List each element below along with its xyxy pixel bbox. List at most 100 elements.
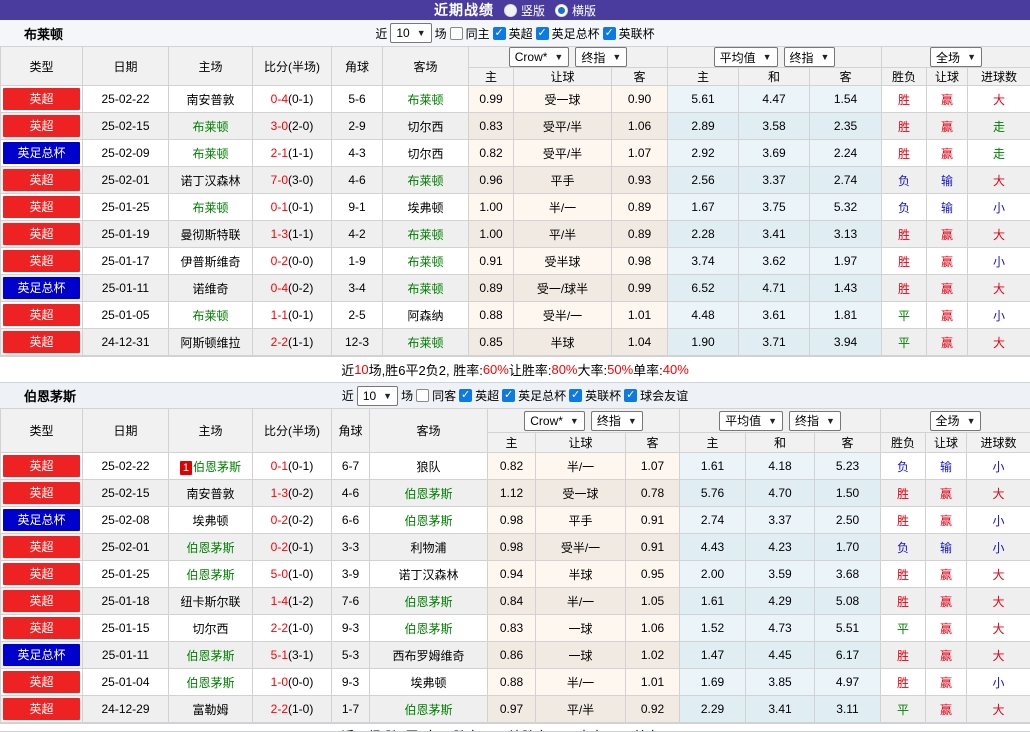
scope-select[interactable]: 全场 ▼ bbox=[930, 47, 982, 67]
league-checkbox[interactable]: ✓ bbox=[624, 389, 638, 402]
halftime-score: (0-1) bbox=[288, 200, 314, 214]
away-team-link[interactable]: 埃弗顿 bbox=[407, 201, 443, 215]
crow-away-odds: 0.95 bbox=[625, 560, 680, 588]
home-team-link[interactable]: 布莱顿 bbox=[192, 201, 228, 215]
home-team-link[interactable]: 伯恩茅斯 bbox=[193, 460, 241, 474]
odds-stage-select[interactable]: 终指 ▼ bbox=[575, 47, 628, 67]
league-checkbox[interactable]: ✓ bbox=[535, 26, 549, 40]
avg-away-odds: 5.32 bbox=[808, 193, 883, 221]
home-team-link[interactable]: 布莱顿 bbox=[192, 147, 228, 161]
away-team-link[interactable]: 狼队 bbox=[416, 460, 440, 474]
home-team-link[interactable]: 切尔西 bbox=[192, 622, 228, 636]
league-checkbox[interactable]: ✓ bbox=[459, 389, 473, 402]
competition-badge: 英足总杯 bbox=[3, 644, 80, 666]
match-count-select[interactable]: 10 ▼ bbox=[390, 23, 432, 43]
away-team-link[interactable]: 埃弗顿 bbox=[410, 676, 446, 690]
away-team-link[interactable]: 西布罗姆维奇 bbox=[392, 649, 464, 663]
competition-cell: 英超 bbox=[0, 112, 83, 140]
league-checkbox[interactable]: ✓ bbox=[492, 26, 506, 40]
summary-segment: 大率: bbox=[577, 363, 608, 378]
home-team-link[interactable]: 伯恩茅斯 bbox=[186, 649, 234, 663]
col-crow-home: 主 bbox=[468, 67, 514, 86]
home-team-link[interactable]: 布莱顿 bbox=[192, 120, 228, 134]
home-team-link[interactable]: 伯恩茅斯 bbox=[186, 568, 234, 582]
same-venue-checkbox[interactable] bbox=[449, 26, 463, 40]
odds-company-select[interactable]: Crow* ▼ bbox=[524, 410, 585, 431]
handicap-result: 赢 bbox=[926, 274, 969, 302]
halftime-score: (3-1) bbox=[288, 648, 314, 662]
avg-home-odds: 2.74 bbox=[679, 506, 746, 534]
home-team-cell: 南安普敦 bbox=[168, 479, 253, 507]
corner-count: 9-3 bbox=[331, 614, 370, 642]
avg-draw-odds: 3.41 bbox=[745, 695, 815, 723]
col-score: 比分(半场) bbox=[252, 408, 332, 453]
away-team-link[interactable]: 利物浦 bbox=[410, 541, 446, 555]
match-count-select[interactable]: 10 ▼ bbox=[356, 385, 399, 406]
summary-segment: 让胜率: bbox=[508, 363, 552, 378]
away-team-link[interactable]: 伯恩茅斯 bbox=[404, 487, 452, 501]
corner-count: 3-4 bbox=[331, 274, 383, 302]
away-team-link[interactable]: 切尔西 bbox=[407, 120, 443, 134]
away-team-link[interactable]: 伯恩茅斯 bbox=[404, 514, 452, 528]
home-team-link[interactable]: 伊普斯维奇 bbox=[180, 255, 240, 269]
average-select[interactable]: 平均值 ▼ bbox=[713, 47, 778, 67]
radio-unchecked-icon[interactable] bbox=[503, 3, 517, 17]
col-type: 类型 bbox=[0, 46, 83, 86]
home-team-link[interactable]: 曼彻斯特联 bbox=[180, 228, 240, 242]
home-team-link[interactable]: 南安普敦 bbox=[186, 93, 234, 107]
layout-radio-horizontal[interactable]: 横版 bbox=[555, 2, 596, 19]
away-team-link[interactable]: 切尔西 bbox=[407, 147, 443, 161]
layout-radio-vertical[interactable]: 竖版 bbox=[503, 2, 545, 19]
radio-checked-icon[interactable] bbox=[555, 3, 568, 17]
away-team-link[interactable]: 布莱顿 bbox=[407, 282, 443, 296]
avg-draw-odds: 3.75 bbox=[738, 193, 810, 221]
league-checkbox[interactable]: ✓ bbox=[602, 26, 616, 40]
avg-home-odds: 2.29 bbox=[679, 695, 746, 723]
away-team-link[interactable]: 诺丁汉森林 bbox=[398, 568, 458, 582]
scope-select[interactable]: 全场 ▼ bbox=[929, 410, 982, 431]
away-team-link[interactable]: 布莱顿 bbox=[407, 336, 443, 350]
away-team-link[interactable]: 伯恩茅斯 bbox=[404, 703, 452, 717]
avg-draw-odds: 4.23 bbox=[745, 533, 815, 561]
competition-badge: 英超 bbox=[3, 455, 80, 477]
halftime-score: (0-0) bbox=[288, 675, 314, 689]
away-team-link[interactable]: 阿森纳 bbox=[407, 309, 443, 323]
home-team-link[interactable]: 诺丁汉森林 bbox=[180, 174, 240, 188]
home-team-link[interactable]: 富勒姆 bbox=[192, 703, 228, 717]
average-select[interactable]: 平均值 ▼ bbox=[719, 410, 783, 431]
home-team-link[interactable]: 伯恩茅斯 bbox=[186, 541, 234, 555]
home-team-link[interactable]: 纽卡斯尔联 bbox=[180, 595, 240, 609]
average-stage-select[interactable]: 终指 ▼ bbox=[789, 410, 841, 431]
col-crow-home: 主 bbox=[487, 432, 536, 453]
home-team-link[interactable]: 埃弗顿 bbox=[192, 514, 228, 528]
match-date: 24-12-29 bbox=[82, 695, 169, 723]
league-checkbox[interactable]: ✓ bbox=[502, 389, 516, 402]
fulltime-score: 3-0 bbox=[270, 119, 288, 133]
home-team-link[interactable]: 南安普敦 bbox=[186, 487, 234, 501]
odds-stage-select[interactable]: 终指 ▼ bbox=[590, 410, 643, 431]
away-team-link[interactable]: 布莱顿 bbox=[407, 228, 443, 242]
average-stage-select[interactable]: 终指 ▼ bbox=[783, 47, 836, 67]
halftime-score: (1-1) bbox=[288, 227, 314, 241]
crow-handicap: 一球 bbox=[535, 614, 626, 642]
competition-cell: 英超 bbox=[0, 560, 83, 588]
away-team-link[interactable]: 伯恩茅斯 bbox=[404, 622, 452, 636]
away-team-cell: 布莱顿 bbox=[382, 166, 469, 194]
crow-handicap: 半球 bbox=[535, 560, 626, 588]
crow-home-odds: 0.99 bbox=[468, 85, 514, 113]
match-row: 英超 25-02-22 1 伯恩茅斯 0-1(0-1) 6-7 狼队 0.82 半/一 1.07 1… bbox=[0, 452, 1030, 480]
odds-company-group: Crow* ▼ 终指 ▼ bbox=[468, 46, 668, 68]
home-team-link[interactable]: 阿斯顿维拉 bbox=[180, 336, 240, 350]
away-team-link[interactable]: 布莱顿 bbox=[407, 93, 443, 107]
col-goals: 进球数 bbox=[967, 67, 1030, 86]
home-team-link[interactable]: 伯恩茅斯 bbox=[186, 676, 234, 690]
score-cell: 0-2(0-0) bbox=[252, 247, 332, 275]
away-team-link[interactable]: 布莱顿 bbox=[407, 255, 443, 269]
odds-company-select[interactable]: Crow* ▼ bbox=[508, 47, 570, 67]
home-team-link[interactable]: 布莱顿 bbox=[192, 309, 228, 323]
away-team-link[interactable]: 伯恩茅斯 bbox=[404, 595, 452, 609]
away-team-link[interactable]: 布莱顿 bbox=[407, 174, 443, 188]
same-venue-checkbox[interactable] bbox=[416, 389, 430, 402]
home-team-link[interactable]: 诺维奇 bbox=[192, 282, 228, 296]
league-checkbox[interactable]: ✓ bbox=[569, 389, 583, 402]
